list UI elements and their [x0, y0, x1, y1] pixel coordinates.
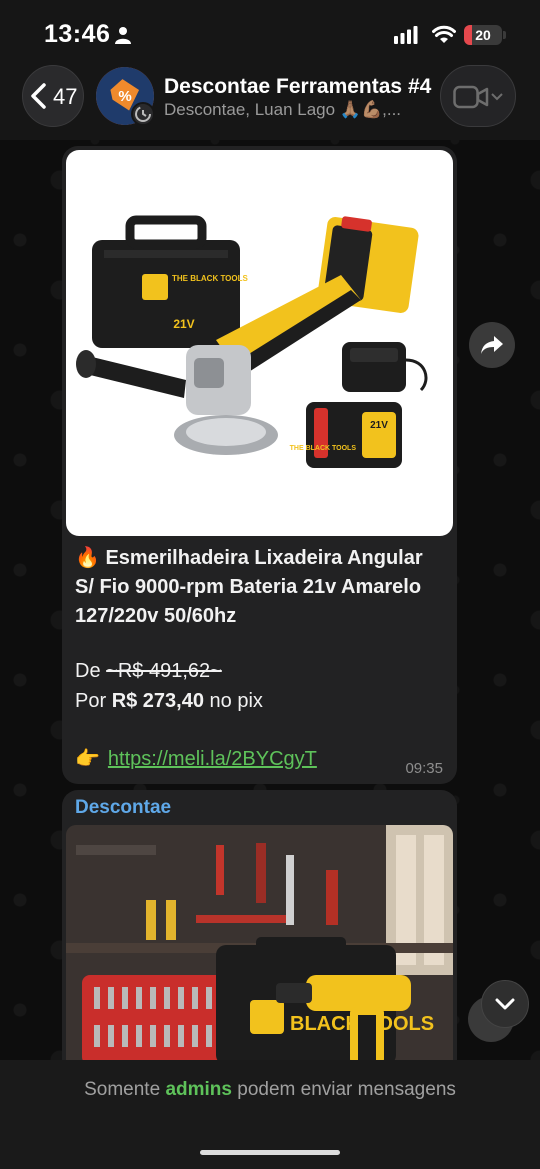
- scroll-down-button[interactable]: [481, 980, 529, 1028]
- price-new-suffix: no pix: [209, 690, 263, 712]
- battery-icon: 20: [464, 25, 502, 45]
- svg-text:%: %: [118, 88, 131, 105]
- status-bar: 13:46 20: [0, 0, 540, 62]
- footer-notice: Somente admins podem enviar mensagens: [0, 1079, 540, 1101]
- forward-button[interactable]: [469, 322, 515, 368]
- chat-header: 47 % Descontae Ferramentas #4 Descontae,…: [0, 62, 540, 140]
- chevron-left-icon: [31, 83, 46, 109]
- price-old-prefix: De: [75, 660, 101, 682]
- status-time: 13:46: [44, 20, 111, 48]
- price-old: ~R$ 491,62~: [106, 660, 222, 682]
- message-bubble[interactable]: Descontae BLACK TOOLS: [62, 790, 457, 1090]
- price-new-prefix: Por: [75, 690, 107, 712]
- battery-level: 20: [475, 27, 491, 43]
- chat-title[interactable]: Descontae Ferramentas #4: [164, 75, 431, 99]
- share-arrow-icon: [481, 336, 503, 354]
- footer-prefix: Somente: [84, 1079, 161, 1100]
- price-new: R$ 273,40: [111, 690, 204, 712]
- case-voltage: 21V: [173, 317, 194, 331]
- case-brand-top: THE BLACK TOOLS: [172, 274, 249, 283]
- product-link[interactable]: https://meli.la/2BYCgyT: [108, 748, 317, 770]
- pointing-hand-icon: 👉: [75, 748, 100, 770]
- battery-voltage-label: 21V: [370, 420, 388, 431]
- chat-members[interactable]: Descontae, Luan Lago 🙏🏽💪🏽,...: [164, 100, 401, 120]
- product-image-angle-grinder[interactable]: THE BLACK TOOLS 21V 21V THE BLACK TOOLS: [66, 150, 453, 536]
- home-indicator[interactable]: [200, 1150, 340, 1155]
- message-bubble[interactable]: THE BLACK TOOLS 21V 21V THE BLACK TOOLS …: [62, 146, 457, 784]
- person-icon: [115, 27, 131, 44]
- link-line: 👉 https://meli.la/2BYCgyT: [75, 746, 317, 771]
- message-time: 09:35: [405, 760, 443, 777]
- video-camera-icon: [453, 85, 489, 109]
- fire-icon: 🔥: [75, 547, 100, 569]
- price-new-line: Por R$ 273,40 no pix: [75, 690, 263, 713]
- chevron-down-icon: [495, 998, 515, 1010]
- signal-icon: [394, 26, 418, 44]
- product-title: Esmerilhadeira Lixadeira Angular S/ Fio …: [75, 547, 423, 627]
- video-call-button[interactable]: [440, 65, 516, 127]
- battery-brand-label: THE BLACK TOOLS: [290, 445, 357, 452]
- battery-tip: [503, 31, 506, 39]
- footer-admins[interactable]: admins: [165, 1079, 232, 1100]
- product-image-drill-kit[interactable]: BLACK TOOLS: [66, 825, 453, 1065]
- price-old-line: De ~R$ 491,62~: [75, 660, 222, 683]
- wifi-icon: [432, 25, 456, 43]
- back-button[interactable]: 47: [22, 65, 84, 127]
- chevron-down-icon: [491, 93, 503, 101]
- sender-name[interactable]: Descontae: [75, 797, 171, 819]
- footer-suffix: podem enviar mensagens: [237, 1079, 456, 1100]
- unread-count: 47: [53, 84, 78, 109]
- timer-icon: [131, 102, 155, 126]
- message-title: 🔥 Esmerilhadeira Lixadeira Angular S/ Fi…: [75, 544, 445, 631]
